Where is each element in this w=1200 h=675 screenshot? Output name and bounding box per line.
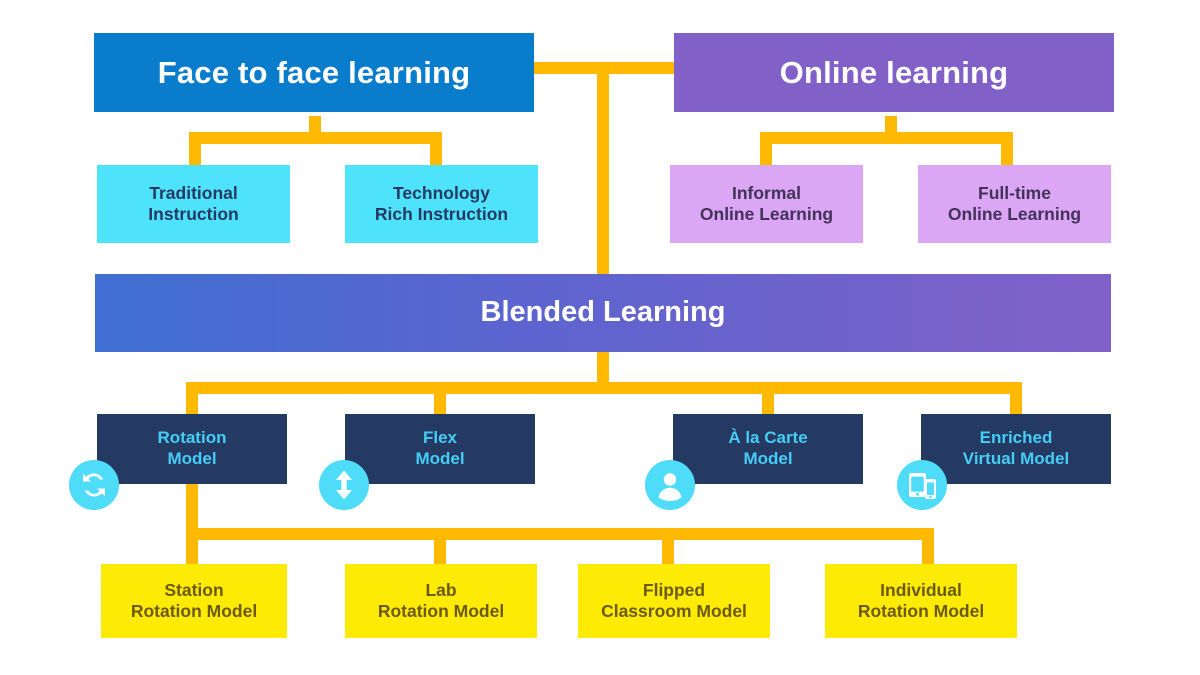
- node-traditional-instruction[interactable]: Traditional Instruction: [97, 165, 290, 243]
- connector-model-drop-2: [434, 382, 446, 416]
- connector-center-spine: [597, 62, 609, 274]
- node-label: Blended Learning: [480, 296, 726, 329]
- up-down-arrows-icon: [319, 460, 369, 510]
- connector-model-drop-4: [1010, 382, 1022, 416]
- node-enriched-virtual-model[interactable]: Enriched Virtual Model: [921, 414, 1111, 484]
- node-blended-learning[interactable]: Blended Learning: [95, 274, 1111, 352]
- connector-online-drop-left: [760, 132, 772, 166]
- connector-online-bus: [760, 132, 1013, 144]
- node-label-line1: Enriched: [979, 428, 1053, 448]
- node-label-line2: Online Learning: [947, 204, 1082, 224]
- node-label-line2: Rotation Model: [130, 601, 258, 621]
- node-flipped-classroom-model[interactable]: Flipped Classroom Model: [578, 564, 770, 638]
- node-informal-online-learning[interactable]: Informal Online Learning: [670, 165, 863, 243]
- connector-submodels-bus: [186, 528, 934, 540]
- node-rotation-model[interactable]: Rotation Model: [97, 414, 287, 484]
- node-label-line1: Flipped: [642, 579, 706, 600]
- node-label-line1: À la Carte: [728, 428, 808, 448]
- blended-learning-diagram: Face to face learning Online learning Tr…: [0, 0, 1200, 675]
- connector-model-drop-3: [762, 382, 774, 416]
- person-icon: [645, 460, 695, 510]
- node-online-learning[interactable]: Online learning: [674, 33, 1114, 112]
- devices-icon: [897, 460, 947, 510]
- node-label: Face to face learning: [157, 54, 471, 90]
- connector-model-drop-1: [186, 382, 198, 416]
- node-label-line1: Traditional: [149, 182, 238, 203]
- node-label-line1: Flex: [422, 428, 457, 448]
- connector-submodel-drop-4: [922, 528, 934, 566]
- node-label: Online learning: [779, 54, 1009, 90]
- connector-f2f-bus: [189, 132, 442, 144]
- node-label-line2: Model: [743, 449, 793, 468]
- node-lab-rotation-model[interactable]: Lab Rotation Model: [345, 564, 537, 638]
- connector-f2f-drop-right: [430, 132, 442, 166]
- node-label-line2: Classroom Model: [601, 601, 747, 621]
- node-a-la-carte-model[interactable]: À la Carte Model: [673, 414, 863, 484]
- node-label-line2: Rich Instruction: [374, 204, 509, 224]
- node-label-line1: Technology: [393, 182, 490, 203]
- node-full-time-online-learning[interactable]: Full-time Online Learning: [918, 165, 1111, 243]
- node-label-line2: Virtual Model: [962, 449, 1070, 468]
- node-label-line2: Rotation Model: [857, 601, 985, 621]
- node-technology-rich-instruction[interactable]: Technology Rich Instruction: [345, 165, 538, 243]
- node-label-line2: Model: [415, 449, 465, 468]
- node-label-line2: Rotation Model: [377, 601, 505, 621]
- node-label-line2: Model: [167, 449, 217, 468]
- node-flex-model[interactable]: Flex Model: [345, 414, 535, 484]
- connector-submodel-drop-2: [434, 528, 446, 566]
- node-face-to-face-learning[interactable]: Face to face learning: [94, 33, 534, 112]
- connector-models-bus: [186, 382, 1022, 394]
- connector-submodel-drop-3: [662, 528, 674, 566]
- node-label-line1: Informal: [731, 182, 802, 203]
- sync-arrows-icon: [69, 460, 119, 510]
- node-label-line1: Rotation: [157, 428, 227, 448]
- node-label-line1: Full-time: [978, 182, 1051, 203]
- node-label-line2: Instruction: [148, 204, 239, 224]
- node-label-line1: Station: [164, 579, 224, 600]
- node-individual-rotation-model[interactable]: Individual Rotation Model: [825, 564, 1017, 638]
- node-label-line2: Online Learning: [699, 204, 834, 224]
- node-station-rotation-model[interactable]: Station Rotation Model: [101, 564, 287, 638]
- connector-submodel-drop-1: [186, 528, 198, 566]
- node-label-line1: Individual: [880, 579, 962, 600]
- node-label-line1: Lab: [425, 579, 457, 600]
- connector-f2f-drop-left: [189, 132, 201, 166]
- connector-rotation-stem: [186, 480, 198, 528]
- connector-online-drop-right: [1001, 132, 1013, 166]
